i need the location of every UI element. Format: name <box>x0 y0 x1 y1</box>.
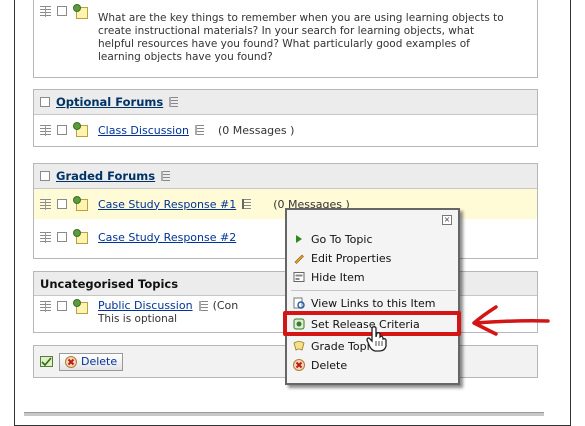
menu-item-label: Delete <box>311 358 348 372</box>
section-title: Uncategorised Topics <box>40 276 179 291</box>
hand-cursor-icon <box>366 326 387 352</box>
drag-handle-icon[interactable] <box>40 301 51 312</box>
topic-description: This is optional <box>98 313 178 325</box>
menu-item-view-links[interactable]: View Links to this Item <box>293 293 456 313</box>
links-icon <box>293 297 305 309</box>
menu-item-hide-item[interactable]: Hide Item <box>293 267 456 287</box>
delete-icon <box>65 355 77 368</box>
menu-item-edit-properties[interactable]: Edit Properties <box>293 248 456 268</box>
menu-item-label: View Links to this Item <box>311 296 436 310</box>
menu-separator <box>291 290 456 291</box>
drag-handle-icon[interactable] <box>40 6 51 17</box>
topic-link[interactable]: Case Study Response #2 <box>98 231 236 244</box>
select-all-icon[interactable] <box>40 356 53 367</box>
topic-description: What are the key things to remember when… <box>98 12 504 63</box>
topic-link[interactable]: Class Discussion <box>98 124 189 137</box>
topic-text: Public Discussion (Con This is optional <box>98 299 238 326</box>
first-topic-row: What are the key things to remember when… <box>34 0 537 78</box>
discussion-topic-icon <box>73 4 90 20</box>
hide-icon <box>293 271 305 283</box>
arrow-right-icon <box>293 233 305 245</box>
menu-item-label: Go To Topic <box>311 232 373 246</box>
topic-checkbox[interactable] <box>57 6 67 16</box>
drag-handle-icon[interactable] <box>40 124 51 136</box>
delete-icon <box>293 359 305 371</box>
close-icon[interactable]: × <box>442 215 452 225</box>
context-menu-icon[interactable] <box>161 171 171 181</box>
context-menu-icon[interactable] <box>194 125 204 135</box>
topic-checkbox[interactable] <box>57 125 67 135</box>
topic-row: Class Discussion (0 Messages ) <box>34 115 537 145</box>
forum-title[interactable]: Optional Forums <box>56 95 163 109</box>
menu-item-delete[interactable]: Delete <box>293 355 456 375</box>
grade-icon <box>293 340 305 352</box>
forum-checkbox[interactable] <box>40 171 50 181</box>
drag-handle-icon[interactable] <box>40 198 51 210</box>
discussion-topic-icon <box>73 299 90 315</box>
topic-link[interactable]: Public Discussion <box>98 299 193 312</box>
message-count: (0 Messages ) <box>217 123 295 137</box>
delete-button[interactable]: Delete <box>59 352 124 371</box>
menu-item-label: Hide Item <box>311 270 365 284</box>
discussion-topic-icon <box>73 196 90 212</box>
topic-title-line: Public Discussion (Con <box>98 299 238 312</box>
discussion-topic-icon <box>73 122 90 138</box>
context-menu-icon[interactable] <box>242 199 252 209</box>
menu-item-go-to-topic[interactable]: Go To Topic <box>293 229 456 249</box>
topic-checkbox[interactable] <box>57 199 67 209</box>
context-menu-icon[interactable] <box>169 97 179 107</box>
topic-link[interactable]: Case Study Response #1 <box>98 198 236 211</box>
discussion-topic-icon <box>73 229 90 245</box>
context-menu-icon[interactable] <box>198 300 208 311</box>
pencil-icon <box>293 252 305 264</box>
menu-item-label: Edit Properties <box>311 251 392 265</box>
topic-context-menu: × Go To Topic Edit Properties Hide Item … <box>285 208 460 385</box>
pointer-arrow-icon <box>472 305 550 336</box>
first-topic-section: What are the key things to remember when… <box>33 0 538 78</box>
optional-forums-header: Optional Forums <box>34 90 537 115</box>
topic-status: (Con <box>212 299 239 312</box>
page-divider <box>24 412 544 416</box>
topic-checkbox[interactable] <box>57 301 67 311</box>
forum-checkbox[interactable] <box>40 97 50 107</box>
delete-button-label: Delete <box>81 355 118 368</box>
topic-checkbox[interactable] <box>57 232 67 242</box>
drag-handle-icon[interactable] <box>40 231 51 243</box>
graded-forums-header: Graded Forums <box>34 164 537 189</box>
forum-title[interactable]: Graded Forums <box>56 169 155 183</box>
optional-forums-section: Optional Forums Class Discussion (0 Mess… <box>33 89 538 147</box>
